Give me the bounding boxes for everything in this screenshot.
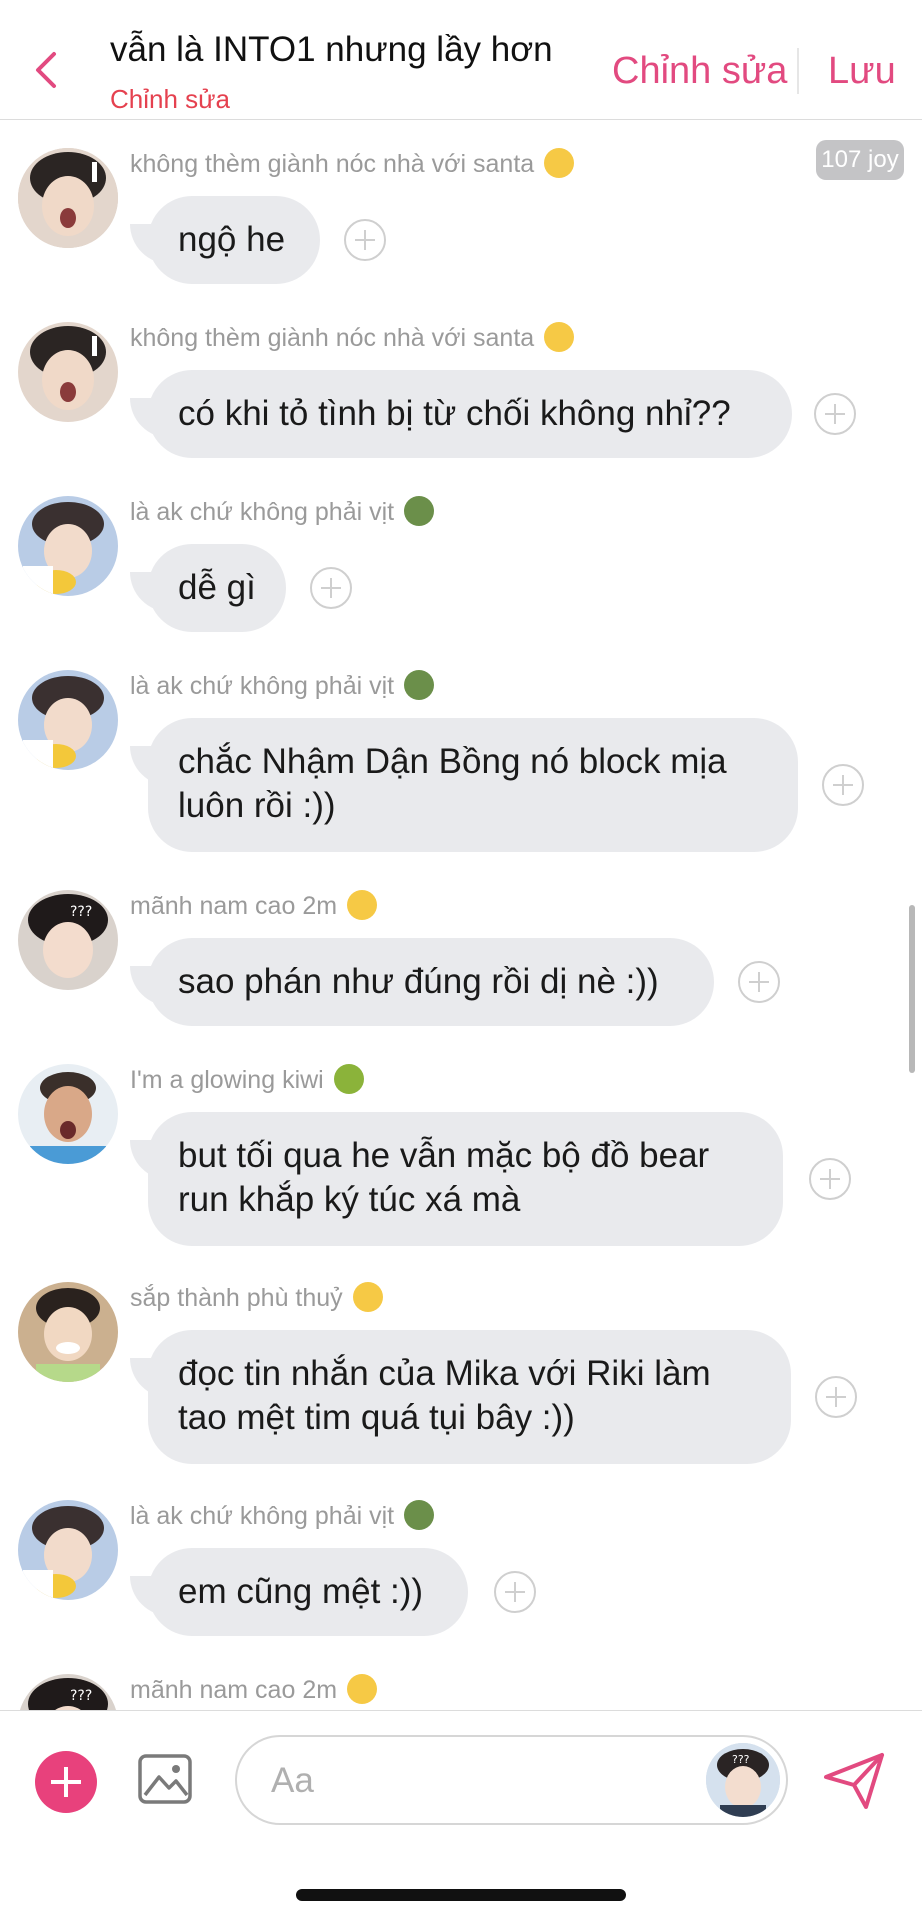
sender-name: là ak chứ không phải vịt (130, 670, 435, 701)
avatar[interactable] (18, 1282, 118, 1382)
add-attachment-button[interactable] (35, 1751, 97, 1813)
avatar[interactable] (18, 496, 118, 596)
message-bubble[interactable]: có khi tỏ tình bị từ chối không nhỉ?? (148, 370, 792, 458)
avatar[interactable] (18, 1064, 118, 1164)
sticker-avatar-icon[interactable]: ??? (706, 1743, 780, 1817)
message-bubble[interactable]: dễ gì (148, 544, 286, 632)
add-reaction-button[interactable] (815, 1376, 857, 1418)
duck-emoji (404, 670, 435, 700)
frowning-face-emoji (544, 148, 575, 178)
header-divider (797, 48, 799, 94)
add-reaction-button[interactable] (344, 219, 386, 261)
send-icon[interactable] (822, 1749, 886, 1813)
sender-name: là ak chứ không phải vịt (130, 1500, 435, 1531)
add-reaction-button[interactable] (814, 393, 856, 435)
add-reaction-button[interactable] (738, 961, 780, 1003)
avatar[interactable]: ??? (18, 890, 118, 990)
message-bubble[interactable]: but tối qua he vẫn mặc bộ đồ bear run kh… (148, 1112, 783, 1246)
avatar[interactable] (18, 670, 118, 770)
chat-title[interactable]: vẫn là INTO1 nhưng lầy hơn (110, 30, 553, 70)
message-input[interactable]: Aa ??? (235, 1735, 788, 1825)
svg-text:???: ??? (70, 1688, 92, 1704)
save-button[interactable]: Lưu (828, 50, 896, 93)
add-reaction-button[interactable] (494, 1571, 536, 1613)
avatar[interactable] (18, 148, 118, 248)
duck-emoji (404, 496, 435, 526)
sender-name: mãnh nam cao 2m (130, 1674, 378, 1705)
avatar[interactable] (18, 322, 118, 422)
sender-name: sắp thành phù thuỷ (130, 1282, 383, 1313)
svg-text:???: ??? (732, 1753, 750, 1766)
message-bubble[interactable]: đọc tin nhắn của Mika với Riki làm tao m… (148, 1330, 791, 1464)
sender-name: I'm a glowing kiwi (130, 1064, 364, 1095)
message-bubble[interactable]: sao phán như đúng rồi dị nè :)) (148, 938, 714, 1026)
frowning-face-emoji (544, 322, 575, 352)
message-bubble[interactable]: em cũng mệt :)) (148, 1548, 468, 1636)
add-reaction-button[interactable] (310, 567, 352, 609)
scrollbar[interactable] (909, 905, 915, 1073)
chat-subtitle[interactable]: Chỉnh sửa (110, 84, 230, 115)
sender-name: không thèm giành nóc nhà với santa (130, 322, 575, 353)
add-reaction-button[interactable] (822, 764, 864, 806)
message-bubble[interactable]: ngộ he (148, 196, 320, 284)
avatar[interactable]: ??? (18, 1674, 118, 1710)
duck-emoji (404, 1500, 435, 1530)
sender-name: là ak chứ không phải vịt (130, 496, 435, 527)
joy-count-badge: 107 joy (816, 140, 904, 180)
message-bubble[interactable]: chắc Nhậm Dận Bồng nó block mịa luôn rồi… (148, 718, 798, 852)
sender-name: không thèm giành nóc nhà với santa (130, 148, 575, 179)
grinning-face-emoji (347, 1674, 378, 1704)
chat-header: vẫn là INTO1 nhưng lầy hơn Chỉnh sửa Chỉ… (0, 0, 922, 120)
crying-face-emoji (352, 1282, 383, 1312)
svg-text:???: ??? (70, 904, 92, 920)
avatar[interactable] (18, 1500, 118, 1600)
sender-name: mãnh nam cao 2m (130, 890, 378, 921)
message-list[interactable]: 107 joy không thèm giành nóc nhà với san… (0, 120, 922, 1710)
grinning-face-emoji (347, 890, 378, 920)
input-placeholder: Aa (271, 1761, 314, 1800)
edit-button[interactable]: Chỉnh sửa (612, 50, 787, 93)
kiwi-emoji (333, 1064, 364, 1094)
home-indicator (296, 1889, 626, 1901)
add-reaction-button[interactable] (809, 1158, 851, 1200)
back-chevron-icon[interactable] (32, 50, 60, 90)
image-icon[interactable] (137, 1751, 193, 1807)
